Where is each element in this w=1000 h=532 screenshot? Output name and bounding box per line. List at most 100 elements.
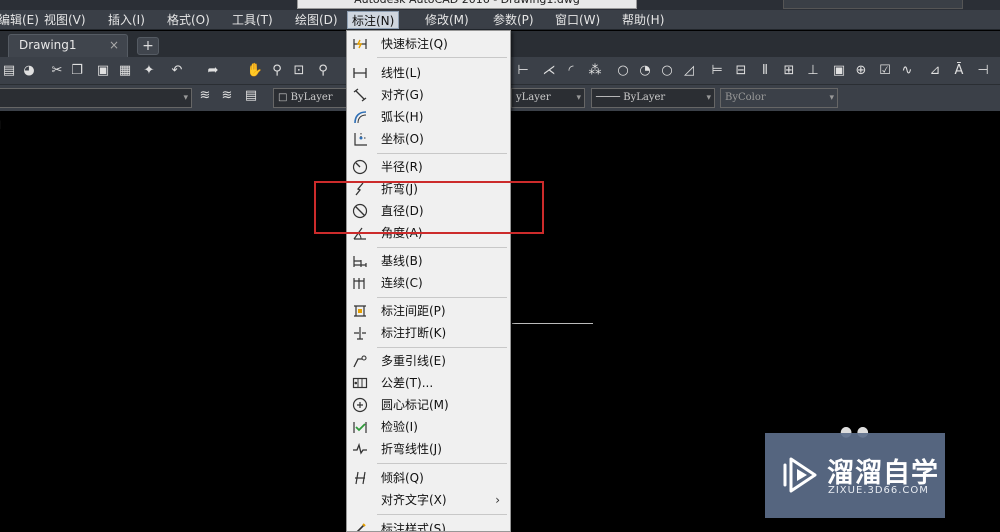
dimension-style-icon	[356, 523, 366, 531]
dim-diameter-icon[interactable]: ○	[658, 62, 676, 80]
lineweight-value: ByLayer	[623, 92, 666, 103]
cut-icon[interactable]: ✂	[48, 62, 66, 80]
inspection-icon	[353, 422, 367, 433]
dim-aligned-icon[interactable]: ⋌	[540, 62, 558, 80]
paste-icon[interactable]: ▣	[94, 62, 112, 80]
center-mark-icon[interactable]: ⊕	[852, 62, 870, 80]
arc-length-icon	[354, 111, 367, 124]
menu-item-ordinate[interactable]: 坐标(O)	[347, 128, 510, 150]
tolerance-icon	[352, 377, 368, 389]
window-title: Autodesk AutoCAD 2016 - Drawing1.dwg	[297, 0, 637, 9]
menu-insert[interactable]: 插入(I)	[104, 11, 149, 29]
menu-item-aligned[interactable]: 对齐(G)	[347, 84, 510, 106]
menu-tools[interactable]: 工具(T)	[228, 11, 277, 29]
dim-update-icon[interactable]: ⊣	[974, 62, 992, 80]
menu-separator	[377, 57, 507, 58]
tab-label: Drawing1	[19, 38, 77, 52]
jogged-linear-icon[interactable]: ∿	[898, 62, 916, 80]
dim-angular-icon[interactable]: ◿	[680, 62, 698, 80]
color-value: ByLayer	[290, 92, 333, 103]
lineweight-dropdown[interactable]: ──── ByLayer ▾	[591, 88, 715, 108]
menu-separator	[377, 514, 507, 515]
title-bar: Autodesk AutoCAD 2016 - Drawing1.dwg	[0, 0, 1000, 10]
menu-item-jogged-linear[interactable]: 折弯线性(J)	[347, 438, 510, 460]
menu-separator	[377, 347, 507, 348]
tab-drawing1[interactable]: Drawing1 ×	[8, 34, 128, 57]
layer-states-icon[interactable]: ▤	[242, 87, 260, 105]
menu-item-multileader[interactable]: 多重引线(E)	[347, 350, 510, 372]
search-box[interactable]	[783, 0, 963, 9]
menu-separator	[377, 153, 507, 154]
make-current-icon[interactable]: ≋	[196, 87, 214, 105]
match-properties-icon[interactable]: ✦	[140, 62, 158, 80]
layer-dropdown[interactable]: ▾	[0, 88, 192, 108]
menu-item-continue[interactable]: 连续(C)	[347, 272, 510, 294]
menu-view[interactable]: 视图(V)	[40, 11, 90, 29]
copy-icon[interactable]: ❐	[68, 62, 86, 80]
menu-item-oblique[interactable]: 倾斜(Q)	[347, 467, 510, 489]
block-icon[interactable]: ▦	[116, 62, 134, 80]
dim-space-icon[interactable]: ⊞	[780, 62, 798, 80]
plotstyle-dropdown[interactable]: ByColor ▾	[720, 88, 838, 108]
menu-help[interactable]: 帮助(H)	[618, 11, 668, 29]
menu-window[interactable]: 窗口(W)	[551, 11, 604, 29]
menu-item-dimension-space[interactable]: 标注间距(P)	[347, 300, 510, 322]
close-icon[interactable]: ×	[109, 38, 119, 52]
menu-parametric[interactable]: 参数(P)	[489, 11, 538, 29]
plotstyle-value: ByColor	[725, 92, 766, 103]
dimension-space-icon	[354, 305, 366, 317]
color-dropdown[interactable]: □ ByLayer	[273, 88, 347, 108]
menu-item-arc-length[interactable]: 弧长(H)	[347, 106, 510, 128]
menu-draw[interactable]: 绘图(D)	[291, 11, 342, 29]
zoom-previous-icon[interactable]: ⚲	[314, 62, 332, 80]
linetype-dropdown[interactable]: yLayer ▾	[511, 88, 585, 108]
dim-quick-icon[interactable]: ⊨	[708, 62, 726, 80]
zoom-window-icon[interactable]: ⊡	[290, 62, 308, 80]
undo-icon[interactable]: ↶	[168, 62, 186, 80]
inspection-icon[interactable]: ☑	[876, 62, 894, 80]
menu-modify[interactable]: 修改(M)	[421, 11, 473, 29]
menu-item-tolerance[interactable]: 公差(T)...	[347, 372, 510, 394]
dim-text-edit-icon[interactable]: Ā	[950, 62, 968, 80]
ordinate-icon	[354, 133, 367, 146]
menu-item-linear[interactable]: 线性(L)	[347, 62, 510, 84]
highlight-box	[314, 181, 544, 234]
chevron-right-icon: ›	[495, 493, 500, 507]
menu-item-baseline[interactable]: 基线(B)	[347, 250, 510, 272]
color-swatch: □	[278, 92, 291, 103]
aligned-icon	[353, 88, 367, 102]
dim-edit-icon[interactable]: ⊿	[926, 62, 944, 80]
new-tab-button[interactable]: +	[137, 37, 159, 55]
dim-jogged-icon[interactable]: ◔	[636, 62, 654, 80]
radius-icon	[352, 159, 368, 175]
menu-edit[interactable]: 编辑(E)	[0, 11, 43, 29]
menu-format[interactable]: 格式(O)	[163, 11, 214, 29]
dim-linear-icon[interactable]: ⊢	[514, 62, 532, 80]
watermark-url: ZIXUE.3D66.COM	[828, 485, 929, 496]
zoom-realtime-icon[interactable]: ⚲	[268, 62, 286, 80]
dim-ordinate-icon[interactable]: ⁂	[586, 62, 604, 80]
menu-item-dimension-style[interactable]: 标注样式(S)...	[347, 518, 510, 531]
quick-dimension-icon	[353, 39, 367, 49]
tolerance-icon[interactable]: ▣	[830, 62, 848, 80]
menu-item-align-text[interactable]: 对齐文字(X) ›	[347, 489, 510, 511]
dim-arc-icon[interactable]: ◜	[562, 62, 580, 80]
dim-break-icon[interactable]: ⊥	[804, 62, 822, 80]
continue-icon	[353, 278, 365, 289]
pie-icon[interactable]: ◕	[20, 62, 38, 80]
menu-item-center-mark[interactable]: 圆心标记(M)	[347, 394, 510, 416]
menu-item-quick-dimension[interactable]: 快速标注(Q)	[347, 33, 510, 55]
layers-icon[interactable]: ▤	[0, 62, 18, 80]
menu-item-dimension-break[interactable]: 标注打断(K)	[347, 322, 510, 344]
pan-icon[interactable]: ✋	[246, 62, 264, 80]
dim-baseline-icon[interactable]: ⊟	[732, 62, 750, 80]
dim-radius-icon[interactable]: ○	[614, 62, 632, 80]
multileader-icon	[353, 355, 367, 368]
redo-icon[interactable]: ➦	[204, 62, 222, 80]
layer-previous-icon[interactable]: ≋	[218, 87, 236, 105]
dim-continue-icon[interactable]: ⫴	[756, 62, 774, 80]
menu-item-inspection[interactable]: 检验(I)	[347, 416, 510, 438]
menu-separator	[377, 463, 507, 464]
menu-dimension[interactable]: 标注(N)	[347, 11, 400, 29]
menu-item-radius[interactable]: 半径(R)	[347, 156, 510, 178]
